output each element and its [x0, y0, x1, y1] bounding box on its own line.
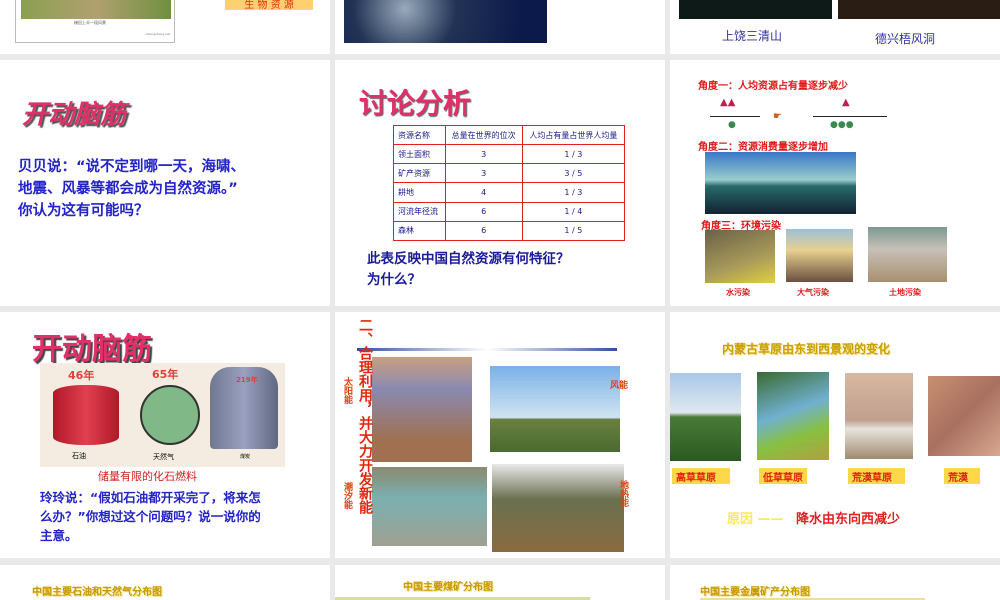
- water-photo: [344, 0, 547, 43]
- table-row: 领土面积 3 1 / 3: [393, 144, 626, 165]
- slide-thumbnail-new-energy[interactable]: 二、合理利用，并大力开发新能 太阳能 风能 潮汐能 地热能: [335, 312, 665, 558]
- reason-text: 降水由东向西减少: [796, 512, 901, 527]
- terrace-photo-frame: 梯田上半一段风景 zhongzhong.net: [15, 0, 175, 43]
- terrace-photo: [21, 0, 171, 19]
- water-pollution-photo: [705, 230, 775, 283]
- caption-water-pollution: 水污染: [726, 288, 750, 297]
- pointing-hand-icon: ☛: [773, 111, 782, 122]
- table-row: 河流年径流 6 1 / 4: [393, 201, 626, 222]
- biological-resources-label: 生 物 资 源: [225, 0, 313, 11]
- oil-barrel-icon: [53, 385, 119, 445]
- slide-thumbnail-brainstorm-1[interactable]: 开动脑筋 贝贝说：“说不定到哪一天，海啸、 地震、风暴等都会成为自然资源。” 你认为…: [0, 60, 330, 306]
- slide-thumbnail-grassland[interactable]: 内蒙古草原由东到西景观的变化 高草草原 低草草原 荒漠草原 荒漠 原因 —— 降…: [670, 312, 1000, 558]
- caption-cave: 德兴梧风洞: [875, 32, 936, 46]
- slide-title: 中国主要煤矿分布图: [403, 582, 493, 593]
- fuel-caption: 储量有限的化石燃料: [98, 470, 197, 483]
- slide-title: 内蒙古草原由东到西景观的变化: [722, 342, 891, 356]
- stage-tall-grass: 高草草原: [672, 468, 730, 484]
- geothermal-photo: [492, 464, 624, 552]
- label-wind: 风能: [610, 381, 629, 391]
- resource-dots-icon: ▲: [842, 97, 850, 108]
- fraction-line: [710, 116, 760, 117]
- slide-question: 此表反映中国自然资源有何特征？ 为什么？: [367, 251, 570, 288]
- tall-grass-photo: [670, 373, 741, 461]
- table-row: 矿产资源 3 3 / 5: [393, 163, 626, 184]
- slide-thumbnail-scenery[interactable]: 上饶三清山 德兴梧风洞: [670, 0, 1000, 54]
- cave-photo: [838, 0, 1000, 19]
- air-pollution-photo: [786, 229, 853, 282]
- divider-line: [357, 348, 617, 351]
- slide-thumbnail-discussion[interactable]: 讨论分析 资源名称 总量在世界的位次 人均占有量占世界人均量 领土面积 3 1 / 3 …: [335, 60, 665, 306]
- slide-body: 贝贝说：“说不定到哪一天，海啸、 地震、风暴等都会成为自然资源。” 你认为这有可能吗…: [18, 159, 246, 219]
- slide-title: 中国主要石油和天然气分布图: [32, 587, 162, 598]
- angle-one: 角度一：人均资源占有量逐步减少: [698, 81, 848, 92]
- slide-thumbnail-coal-map[interactable]: 中国主要煤矿分布图: [335, 565, 665, 600]
- slide-thumbnail-biological-resources[interactable]: 梯田上半一段风景 zhongzhong.net 生 物 资 源: [0, 0, 330, 54]
- caption-air-pollution: 大气污染: [797, 288, 829, 297]
- gas-years: 65年: [152, 368, 179, 381]
- resource-table: 资源名称 总量在世界的位次 人均占有量占世界人均量 领土面积 3 1 / 3 矿产资源 3…: [393, 124, 626, 242]
- slide-thumbnail-oil-gas-map[interactable]: 中国主要石油和天然气分布图: [0, 565, 330, 600]
- oil-label: 石油: [72, 452, 86, 460]
- reason-label: 原因 ——: [727, 512, 784, 527]
- land-pollution-photo: [868, 227, 947, 282]
- fossil-fuels-image: 46年 石油 65年 天然气 219年 煤炭: [40, 363, 285, 467]
- people-icon: ●●●: [830, 120, 854, 130]
- label-tidal: 潮汐能: [342, 482, 352, 509]
- photo-caption: 梯田上半一段风景: [74, 20, 106, 25]
- caption-land-pollution: 土地污染: [889, 288, 921, 297]
- stage-desert: 荒漠: [944, 468, 980, 484]
- label-solar: 太阳能: [342, 377, 352, 404]
- desert-photo: [928, 376, 1000, 456]
- fraction-line: [813, 116, 887, 117]
- gas-label: 天然气: [153, 453, 174, 461]
- angle-two: 角度二：资源消费量逐步增加: [698, 142, 828, 153]
- slide-title: 讨论分析: [359, 87, 472, 120]
- slide-title: 开动脑筋: [22, 100, 127, 130]
- slide-thumbnail-angles[interactable]: 角度一：人均资源占有量逐步减少 ▲▲ ● ☛ ▲ ●●● 角度二：资源消费量逐步…: [670, 60, 1000, 306]
- table-header: 资源名称 总量在世界的位次 人均占有量占世界人均量: [393, 124, 626, 146]
- industry-photo: [705, 152, 856, 214]
- slide-thumbnail-brainstorm-2[interactable]: 开动脑筋 46年 石油 65年 天然气 219年 煤炭 储量有限的化石燃料 玲玲…: [0, 312, 330, 558]
- slide-title: 开动脑筋: [32, 332, 152, 367]
- slide-thumbnail-metal-map[interactable]: 中国主要金属矿产分布图: [670, 565, 1000, 600]
- slide-body: 玲玲说：“假如石油都开采完了，将来怎 么办？”你想过这个问题吗？说一说你的 主意。: [40, 490, 261, 543]
- slide-heading: 二、合理利用，并大力开发新能: [357, 318, 373, 514]
- table-row: 耕地 4 1 / 3: [393, 182, 626, 203]
- resource-dots-icon: ▲▲: [720, 97, 736, 108]
- stage-short-grass: 低草草原: [759, 468, 807, 484]
- short-grass-photo: [757, 372, 829, 460]
- desert-steppe-photo: [845, 373, 913, 459]
- wind-farm-photo: [490, 366, 620, 452]
- coal-label: 煤炭: [240, 454, 251, 460]
- table-row: 森林 6 1 / 5: [393, 220, 626, 242]
- watermark: zhongzhong.net: [146, 32, 171, 36]
- sanqingshan-photo: [679, 0, 832, 19]
- label-geothermal: 地热能: [618, 480, 628, 507]
- slide-thumbnail-water[interactable]: [335, 0, 665, 54]
- stage-desert-steppe: 荒漠草原: [848, 468, 905, 484]
- tidal-photo: [372, 467, 487, 546]
- coal-years: 219年: [236, 376, 258, 384]
- caption-sanqingshan: 上饶三清山: [722, 29, 783, 43]
- gas-tank-icon: [140, 385, 200, 445]
- people-icon: ●: [728, 120, 736, 130]
- slide-title: 中国主要金属矿产分布图: [700, 587, 810, 598]
- solar-plant-photo: [372, 357, 472, 462]
- oil-years: 46年: [68, 369, 95, 382]
